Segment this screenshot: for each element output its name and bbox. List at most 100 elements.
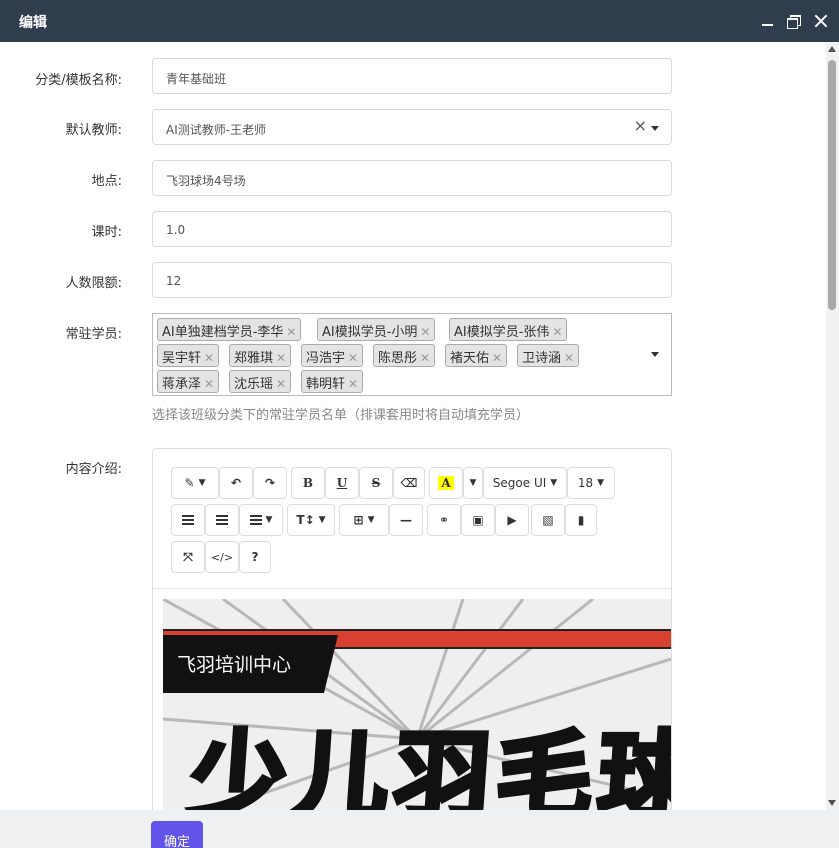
magic-wand-button[interactable]: ✎ ▼	[171, 467, 219, 499]
unordered-list-icon	[182, 515, 194, 525]
teacher-select-value: AI测试教师-王老师	[166, 123, 267, 137]
horizontal-rule-button[interactable]: —	[389, 504, 423, 536]
table-button[interactable]: ⊞ ▼	[339, 504, 389, 536]
student-tag: 蒋承泽 ✕	[157, 370, 220, 393]
students-help-text: 选择该班级分类下的常驻学员名单（排课套用时将自动填充学员）	[152, 408, 530, 423]
remove-icon[interactable]: ✕	[204, 351, 214, 365]
students-multiselect[interactable]: AI单独建档学员-李华 ✕ AI模拟学员-小明 ✕ AI模拟学员-张伟 ✕ 吴宇轩 ✕ …	[152, 313, 672, 396]
remove-icon[interactable]: ✕	[286, 325, 296, 339]
picture-icon: ▣	[472, 513, 484, 527]
restore-icon[interactable]	[786, 13, 802, 29]
video-icon: ▶	[507, 513, 517, 527]
align-icon	[249, 515, 262, 525]
code-view-button[interactable]: </>	[205, 541, 239, 573]
strikethrough-button[interactable]: S	[359, 467, 393, 499]
chevron-down-icon: ▼	[367, 515, 375, 525]
remove-icon[interactable]: ✕	[348, 351, 358, 365]
chevron-down-icon[interactable]	[651, 352, 659, 357]
confirm-button[interactable]: 确定	[151, 821, 203, 848]
file-button[interactable]: ▮	[565, 504, 597, 536]
student-tag: 吴宇轩 ✕	[157, 344, 220, 367]
location-input[interactable]: 飞羽球场4号场	[152, 160, 672, 196]
fullscreen-button[interactable]: ⤧	[171, 541, 205, 573]
student-tag: 褚天佑 ✕	[445, 344, 508, 367]
text-height-icon: T↕	[296, 513, 315, 527]
window-titlebar: 编辑	[0, 0, 839, 42]
help-icon: ?	[251, 550, 259, 564]
vertical-scrollbar[interactable]	[826, 42, 839, 810]
student-tag: 卫诗涵 ✕	[517, 344, 580, 367]
help-button[interactable]: ?	[239, 541, 271, 573]
image-file-button[interactable]: ▧	[531, 504, 565, 536]
student-tag: 韩明轩 ✕	[301, 370, 364, 393]
teacher-label: 默认教师:	[65, 123, 122, 138]
bold-button[interactable]: B	[291, 467, 325, 499]
clear-icon[interactable]: ×	[634, 116, 647, 135]
eraser-icon: ⌫	[400, 476, 418, 490]
teacher-select[interactable]: AI测试教师-王老师 ×	[152, 109, 672, 145]
font-color-button[interactable]: A	[429, 467, 463, 499]
horizontal-rule-icon: —	[400, 513, 412, 527]
scrollbar-thumb[interactable]	[828, 60, 836, 310]
limit-label: 人数限额:	[65, 276, 122, 291]
students-label: 常驻学员:	[65, 327, 122, 342]
remove-icon[interactable]: ✕	[348, 377, 358, 391]
remove-icon[interactable]: ✕	[420, 351, 430, 365]
poster-banner: 飞羽培训中心	[163, 635, 338, 693]
magic-wand-icon: ✎	[184, 476, 195, 490]
unordered-list-button[interactable]	[171, 504, 205, 536]
video-button[interactable]: ▶	[495, 504, 529, 536]
poster-banner-text: 飞羽培训中心	[177, 654, 292, 676]
line-height-button[interactable]: T↕ ▼	[287, 504, 335, 536]
remove-icon[interactable]: ✕	[492, 351, 502, 365]
dialog-footer: 确定	[0, 810, 839, 848]
chevron-down-icon: ▼	[469, 478, 477, 488]
remove-icon[interactable]: ✕	[420, 325, 430, 339]
hours-label: 课时:	[91, 225, 122, 240]
minimize-icon[interactable]	[760, 13, 776, 29]
location-label: 地点:	[91, 174, 122, 189]
redo-button[interactable]: ↷	[253, 467, 287, 499]
hours-input[interactable]: 1.0	[152, 211, 672, 247]
student-tag: AI单独建档学员-李华 ✕	[157, 318, 302, 341]
code-icon: </>	[210, 550, 234, 564]
link-button[interactable]: ⚭	[427, 504, 461, 536]
editor-toolbar: ✎ ▼ ↶ ↷ B U S ⌫ A ▼ Segoe UI ▼ 18 ▼ ▼ T↕ ▼ ⊞…	[153, 449, 671, 589]
file-icon: ▮	[577, 513, 585, 527]
remove-icon[interactable]: ✕	[552, 325, 562, 339]
chevron-down-icon: ▼	[550, 478, 558, 488]
poster-image: 飞羽培训中心 少儿羽毛球	[163, 599, 671, 810]
align-button[interactable]: ▼	[239, 504, 283, 536]
student-tag: 郑雅琪 ✕	[229, 344, 292, 367]
chevron-down-icon: ▼	[265, 515, 273, 525]
font-family-select[interactable]: Segoe UI ▼	[483, 467, 567, 499]
picture-button[interactable]: ▣	[461, 504, 495, 536]
chevron-down-icon[interactable]	[651, 126, 659, 131]
student-tag: 陈思彤 ✕	[373, 344, 436, 367]
scroll-up-icon[interactable]	[828, 46, 836, 52]
remove-icon[interactable]: ✕	[564, 351, 574, 365]
remove-icon[interactable]: ✕	[204, 377, 214, 391]
font-size-select[interactable]: 18 ▼	[567, 467, 615, 499]
scroll-down-icon[interactable]	[828, 800, 836, 806]
underline-button[interactable]: U	[325, 467, 359, 499]
fullscreen-icon: ⤧	[183, 549, 193, 564]
undo-button[interactable]: ↶	[219, 467, 253, 499]
name-input[interactable]: 青年基础班	[152, 58, 672, 94]
limit-input[interactable]: 12	[152, 262, 672, 298]
ordered-list-button[interactable]	[205, 504, 239, 536]
student-tag: AI模拟学员-张伟 ✕	[449, 318, 568, 341]
eraser-button[interactable]: ⌫	[393, 467, 425, 499]
font-color-dropdown[interactable]: ▼	[463, 467, 483, 499]
remove-icon[interactable]: ✕	[276, 351, 286, 365]
close-icon[interactable]	[813, 13, 829, 29]
redo-icon: ↷	[264, 476, 276, 490]
image-file-icon: ▧	[542, 513, 554, 527]
ordered-list-icon	[216, 515, 228, 525]
content-label: 内容介绍:	[65, 462, 122, 477]
chevron-down-icon: ▼	[198, 478, 206, 488]
remove-icon[interactable]: ✕	[276, 377, 286, 391]
rich-text-editor: ✎ ▼ ↶ ↷ B U S ⌫ A ▼ Segoe UI ▼ 18 ▼ ▼ T↕ ▼ ⊞…	[152, 448, 672, 810]
table-icon: ⊞	[353, 513, 364, 527]
poster-headline: 少儿羽毛球	[184, 719, 671, 811]
